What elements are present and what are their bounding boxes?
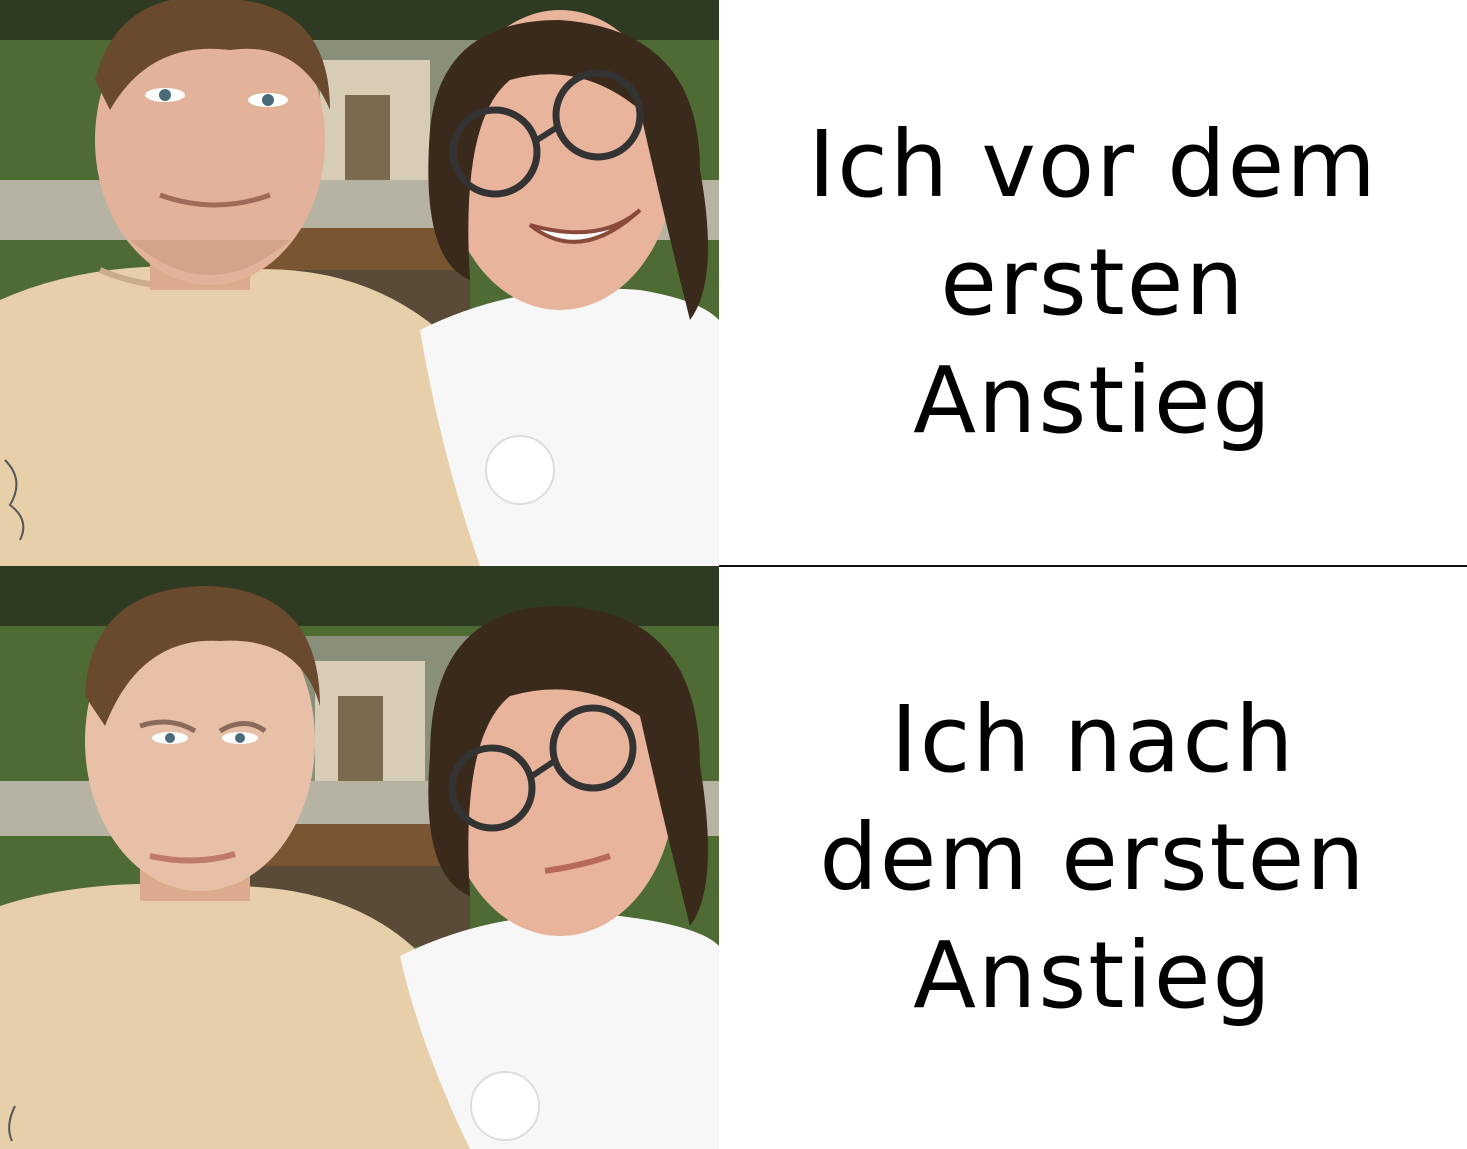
caption-bottom-line-1: Ich nach <box>890 685 1296 793</box>
caption-bottom-line-3: Anstieg <box>913 921 1273 1029</box>
meme-panel-bottom: Ich nach dem ersten Anstieg <box>0 566 1467 1149</box>
photo-bottom <box>0 566 719 1149</box>
caption-top-line-1: Ich vor dem <box>808 111 1378 218</box>
photo-illustration-smiling <box>0 0 719 566</box>
photo-illustration-exhausted <box>0 566 719 1149</box>
photo-top <box>0 0 719 566</box>
caption-top-line-3: Anstieg <box>913 347 1273 454</box>
caption-bottom: Ich nach dem ersten Anstieg <box>819 681 1366 1035</box>
caption-cell-top: Ich vor dem ersten Anstieg <box>719 0 1467 566</box>
caption-top: Ich vor dem ersten Anstieg <box>808 106 1378 460</box>
caption-cell-bottom: Ich nach dem ersten Anstieg <box>719 566 1467 1149</box>
caption-bottom-line-2: dem ersten <box>819 803 1367 911</box>
meme-panel-top: Ich vor dem ersten Anstieg <box>0 0 1467 566</box>
caption-top-line-2: ersten <box>940 229 1246 336</box>
